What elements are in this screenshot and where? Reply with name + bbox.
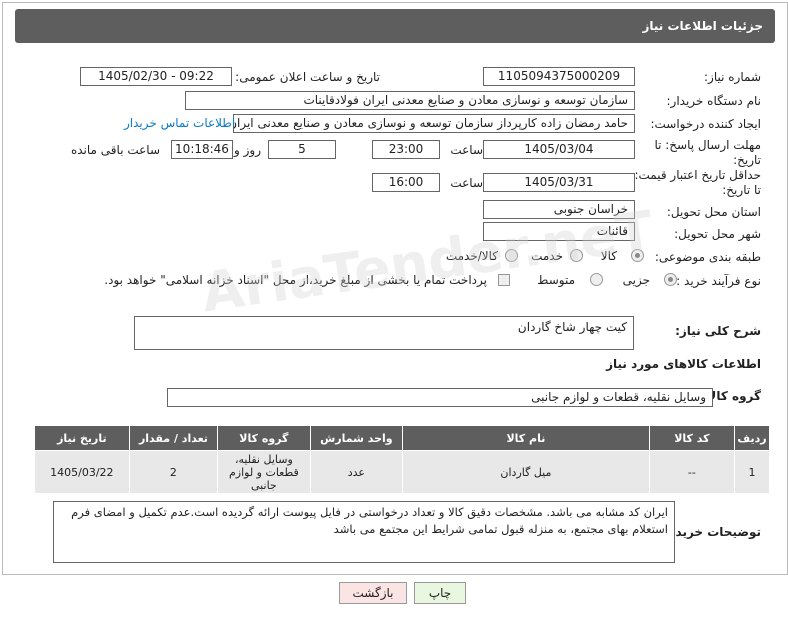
need-number-field[interactable]: 1105094375000209: [483, 67, 635, 86]
col-name: نام کالا: [402, 425, 650, 451]
goods-group-field[interactable]: وسایل نقلیه، قطعات و لوازم جانبی: [167, 388, 713, 407]
back-button[interactable]: بازگشت: [339, 582, 407, 604]
table-row[interactable]: 1 -- میل گاردان عدد وسایل نقلیه، قطعات و…: [34, 450, 770, 494]
city-label: شهر محل تحویل:: [674, 227, 761, 241]
col-group: گروه کالا: [217, 425, 311, 451]
cell-qty: 2: [128, 450, 219, 494]
table-header-row: ردیف کد کالا نام کالا واحد شمارش گروه کا…: [34, 425, 770, 451]
goods-info-title: اطلاعات کالاهای مورد نیاز: [606, 357, 761, 371]
cell-name: میل گاردان: [402, 450, 650, 494]
province-label: استان محل تحویل:: [666, 205, 761, 219]
deadline-label: مهلت ارسال پاسخ: تا: [654, 138, 761, 152]
header-bar: جزئیات اطلاعات نیاز: [15, 9, 775, 43]
validity-time-field[interactable]: 16:00: [372, 173, 440, 192]
cell-group: وسایل نقلیه، قطعات و لوازم جانبی: [217, 450, 311, 494]
col-code: کد کالا: [648, 425, 736, 451]
deadline-time-field[interactable]: 23:00: [372, 140, 440, 159]
col-unit: واحد شمارش: [309, 425, 404, 451]
deadline-date-field[interactable]: 1405/03/04: [483, 140, 635, 159]
col-qty: تعداد / مقدار: [128, 425, 219, 451]
description-field[interactable]: کیت چهار شاخ گاردان: [134, 316, 634, 350]
page-title: جزئیات اطلاعات نیاز: [642, 19, 763, 33]
remaining-label: ساعت باقی مانده: [70, 143, 160, 157]
validity-label: حداقل تاریخ اعتبار قیمت:: [634, 168, 761, 182]
need-number-label: شماره نیاز:: [704, 70, 761, 84]
col-date: تاریخ نیاز: [34, 425, 130, 451]
cell-unit: عدد: [309, 450, 404, 494]
buyer-org-field[interactable]: سازمان توسعه و نوسازی معادن و صنایع معدن…: [185, 91, 635, 110]
announce-label: تاریخ و ساعت اعلان عمومی:: [235, 70, 380, 84]
remaining-time-field[interactable]: 10:18:46: [171, 140, 233, 159]
process-minor-radio[interactable]: [664, 273, 677, 286]
process-minor-label: جزیی: [622, 273, 650, 287]
category-label: طبقه بندی موضوعی:: [654, 250, 761, 264]
items-table: ردیف کد کالا نام کالا واحد شمارش گروه کا…: [34, 425, 770, 494]
buyer-notes-field[interactable]: ایران کد مشابه می باشد. مشخصات دقیق کالا…: [53, 501, 675, 563]
process-label: نوع فرآیند خرید :: [676, 274, 761, 288]
announce-field[interactable]: 1405/02/30 - 09:22: [80, 67, 232, 86]
days-label: روز و: [234, 143, 261, 157]
description-label: شرح کلی نیاز:: [675, 324, 761, 338]
buyer-contact-link[interactable]: اطلاعات تماس خریدار: [124, 116, 235, 130]
print-button[interactable]: چاپ: [414, 582, 466, 604]
col-row: ردیف: [734, 425, 770, 451]
deadline-label-2: تاریخ:: [733, 153, 761, 167]
buyer-org-label: نام دستگاه خریدار:: [666, 94, 762, 108]
validity-date-field[interactable]: 1405/03/31: [483, 173, 635, 192]
cell-code: --: [648, 450, 736, 494]
days-field[interactable]: 5: [268, 140, 336, 159]
process-medium-radio[interactable]: [590, 273, 603, 286]
cell-date: 1405/03/22: [34, 450, 130, 494]
deadline-hour-label: ساعت: [450, 143, 483, 157]
validity-hour-label: ساعت: [450, 176, 483, 190]
validity-label-2: تا تاریخ:: [722, 183, 761, 197]
creator-field[interactable]: حامد رمضان زاده کارپرداز سازمان توسعه و …: [233, 114, 635, 133]
creator-label: ایجاد کننده درخواست:: [650, 117, 761, 131]
cell-row: 1: [734, 450, 770, 494]
